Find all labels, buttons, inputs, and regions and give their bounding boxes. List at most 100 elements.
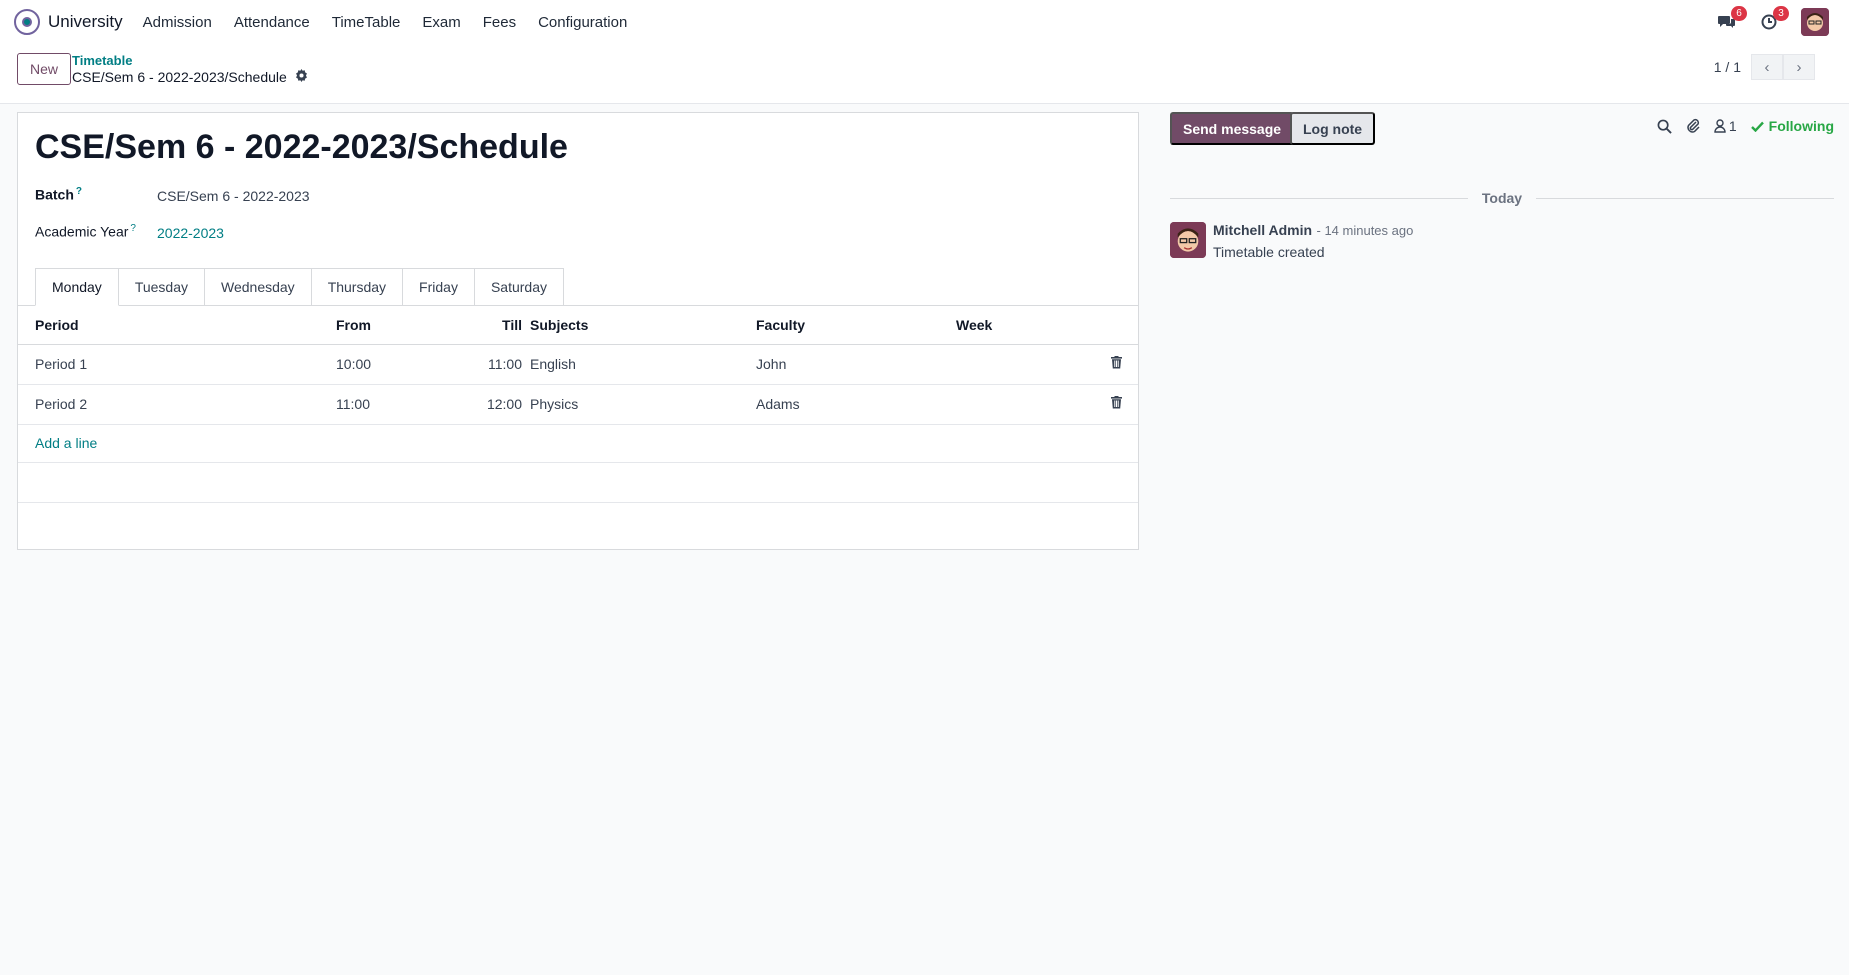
batch-field[interactable]: CSE/Sem 6 - 2022-2023 [157,188,310,204]
empty-row [18,462,1138,503]
following-button[interactable]: Following [1750,118,1834,134]
academic-year-label: Academic Year? [35,223,136,240]
messages-button[interactable]: 6 [1713,6,1747,36]
add-line-link[interactable]: Add a line [35,435,97,451]
timetable-lines: Period From Till Subjects Faculty Week P… [18,306,1138,503]
column-header-faculty[interactable]: Faculty [756,306,956,345]
date-separator: Today [1170,190,1835,206]
search-messages-button[interactable] [1657,119,1672,134]
followers-count: 1 [1728,118,1737,134]
author-avatar-icon [1170,222,1206,258]
check-icon [1750,121,1764,132]
user-avatar-icon [1801,8,1829,36]
academic-year-field[interactable]: 2022-2023 [157,225,224,241]
cell-from[interactable]: 11:00 [336,384,436,425]
user-avatar[interactable] [1801,8,1829,36]
cell-subject[interactable]: English [530,344,756,385]
empty-cell [18,462,1138,503]
column-header-week[interactable]: Week [956,306,1106,345]
column-header-subjects[interactable]: Subjects [530,306,756,345]
app-brand[interactable]: University [14,9,143,35]
batch-label: Batch? [35,186,82,203]
activities-button[interactable]: 3 [1755,6,1789,36]
record-title[interactable]: CSE/Sem 6 - 2022-2023/Schedule [35,128,568,167]
systray: 6 3 [1699,6,1829,36]
message-time: - 14 minutes ago [1316,223,1414,238]
cell-till[interactable]: 11:00 [436,344,530,385]
messages-badge: 6 [1731,6,1747,21]
top-navbar: University Admission Attendance TimeTabl… [0,0,1849,44]
tab-monday[interactable]: Monday [35,268,119,306]
main-menu: Admission Attendance TimeTable Exam Fees… [143,14,650,31]
cell-faculty[interactable]: Adams [756,384,956,425]
menu-item-attendance[interactable]: Attendance [234,14,310,31]
cell-week[interactable] [956,344,1106,385]
message-body: Mitchell Admin - 14 minutes ago Timetabl… [1213,222,1413,260]
batch-label-text: Batch [35,186,74,203]
add-line-row: Add a line [18,424,1138,463]
menu-item-fees[interactable]: Fees [483,14,516,31]
log-note-button[interactable]: Log note [1290,112,1376,145]
followers-button[interactable]: 1 [1714,118,1737,134]
tab-wednesday[interactable]: Wednesday [205,268,312,306]
breadcrumb-parent[interactable]: Timetable [72,53,132,68]
pager-next-button[interactable]: › [1783,54,1815,80]
table-header-row: Period From Till Subjects Faculty Week [18,306,1138,345]
app-name: University [48,12,123,31]
menu-item-admission[interactable]: Admission [143,14,212,31]
tab-friday[interactable]: Friday [403,268,475,306]
cell-till[interactable]: 12:00 [436,384,530,425]
cell-period[interactable]: Period 2 [18,384,336,425]
add-line-cell: Add a line [18,424,1138,463]
cell-subject[interactable]: Physics [530,384,756,425]
delete-row-button[interactable] [1106,344,1138,385]
trash-icon [1111,396,1122,409]
search-icon [1657,119,1672,134]
table-row[interactable]: Period 1 10:00 11:00 English John [18,344,1138,385]
chevron-left-icon: ‹ [1764,58,1770,76]
breadcrumb-current: CSE/Sem 6 - 2022-2023/Schedule [72,69,308,85]
menu-item-exam[interactable]: Exam [422,14,460,31]
column-header-period[interactable]: Period [18,306,336,345]
cell-faculty[interactable]: John [756,344,956,385]
delete-row-button[interactable] [1106,384,1138,425]
message-author[interactable]: Mitchell Admin [1213,222,1312,238]
academic-year-help-icon[interactable]: ? [130,223,136,234]
menu-item-configuration[interactable]: Configuration [538,14,627,31]
academic-year-label-text: Academic Year [35,223,129,240]
chatter-message: Mitchell Admin - 14 minutes ago Timetabl… [1170,222,1413,260]
message-text: Timetable created [1213,244,1325,260]
new-button[interactable]: New [17,53,72,85]
tab-saturday[interactable]: Saturday [474,268,564,306]
batch-help-icon[interactable]: ? [76,186,82,197]
menu-item-timetable[interactable]: TimeTable [332,14,401,31]
column-header-till[interactable]: Till [436,306,530,345]
send-message-button[interactable]: Send message [1170,112,1295,145]
university-logo-icon [14,9,40,35]
following-label: Following [1768,118,1834,134]
tab-thursday[interactable]: Thursday [311,268,404,306]
gear-icon[interactable] [295,69,308,85]
paperclip-icon [1687,118,1700,133]
column-header-from[interactable]: From [336,306,436,345]
table-row[interactable]: Period 2 11:00 12:00 Physics Adams [18,384,1138,425]
pager-previous-button[interactable]: ‹ [1751,54,1783,80]
chevron-right-icon: › [1796,58,1802,76]
attachments-button[interactable] [1686,118,1700,134]
pager: 1 / 1 ‹ › [1714,54,1815,80]
day-tabs: Monday Tuesday Wednesday Thursday Friday… [35,268,564,306]
tab-tuesday[interactable]: Tuesday [118,268,205,306]
cell-week[interactable] [956,384,1106,425]
form-sheet: CSE/Sem 6 - 2022-2023/Schedule Batch? CS… [17,112,1139,550]
breadcrumb-current-label: CSE/Sem 6 - 2022-2023/Schedule [72,69,287,85]
chatter-toolbar: 1 Following [1643,118,1834,134]
cell-from[interactable]: 10:00 [336,344,436,385]
user-icon [1714,119,1726,133]
column-header-actions [1106,306,1138,345]
control-panel: New Timetable CSE/Sem 6 - 2022-2023/Sche… [0,44,1849,104]
date-separator-label: Today [1481,190,1523,206]
author-avatar[interactable] [1170,222,1206,258]
cell-period[interactable]: Period 1 [18,344,336,385]
pager-value[interactable]: 1 / 1 [1714,59,1741,75]
activities-badge: 3 [1773,6,1789,21]
